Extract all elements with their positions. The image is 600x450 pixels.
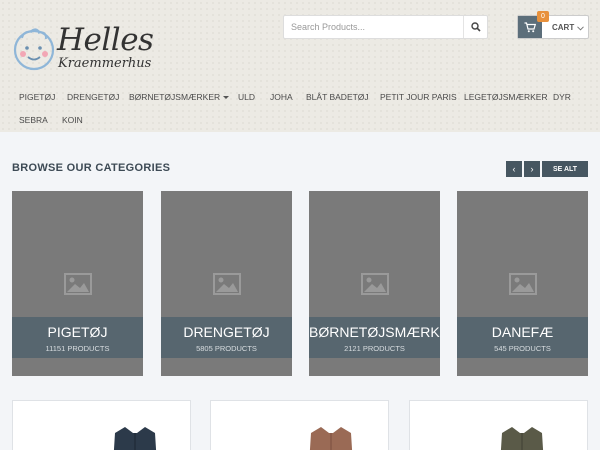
image-placeholder-icon	[509, 273, 537, 295]
product-card[interactable]	[12, 400, 191, 450]
cart-count-badge: 0	[537, 11, 549, 22]
site-logo[interactable]: Helles Kraemmerhus	[10, 22, 170, 76]
category-product-count: 11151 PRODUCTS	[45, 344, 110, 353]
logo-title: Helles	[57, 22, 154, 58]
search-button[interactable]	[463, 16, 487, 38]
category-name: BØRNETØJSMÆRKE	[309, 324, 440, 340]
cart-icon	[524, 21, 536, 32]
search-icon	[470, 22, 481, 32]
nav-item-drengetoj[interactable]: DRENGETØJ	[67, 92, 119, 102]
caret-down-icon	[223, 96, 230, 100]
nav-item-label: BØRNETØJSMÆRKER	[129, 92, 221, 102]
nav-item-legetojsmaerker[interactable]: LEGETØJSMÆRKER	[464, 92, 548, 102]
chevron-right-icon: ›	[530, 164, 534, 174]
category-label-band: DRENGETØJ 5805 PRODUCTS	[161, 317, 292, 358]
category-name: PIGETØJ	[47, 324, 108, 340]
category-product-count: 5805 PRODUCTS	[196, 344, 257, 353]
category-card-drengetoj[interactable]: DRENGETØJ 5805 PRODUCTS	[161, 191, 292, 376]
see-all-button[interactable]: SE ALT	[542, 161, 588, 177]
site-header: Helles Kraemmerhus 0 CART PIGETØJ DRENGE…	[0, 0, 600, 132]
nav-item-pigetoj[interactable]: PIGETØJ	[19, 92, 55, 102]
image-placeholder-icon	[361, 273, 389, 295]
product-vest-image	[309, 427, 353, 450]
baby-face-logo-icon	[13, 28, 55, 71]
search-bar	[283, 15, 488, 39]
category-product-count: 2121 PRODUCTS	[344, 344, 405, 353]
category-name: DANEFÆ	[491, 324, 554, 340]
image-placeholder-icon	[213, 273, 241, 295]
nav-item-petit-jour-paris[interactable]: PETIT JOUR PARIS	[380, 92, 457, 102]
category-product-count: 545 PRODUCTS	[494, 344, 551, 353]
nav-item-sebra[interactable]: SEBRA	[19, 115, 48, 125]
product-card[interactable]	[409, 400, 588, 450]
nav-item-koin[interactable]: KOIN	[62, 115, 83, 125]
carousel-prev-button[interactable]: ‹	[506, 161, 522, 177]
browse-categories-title: BROWSE OUR CATEGORIES	[12, 162, 171, 174]
search-input[interactable]	[284, 16, 464, 38]
nav-item-bornetojsmaerker[interactable]: BØRNETØJSMÆRKER	[129, 92, 230, 102]
image-placeholder-icon	[64, 273, 92, 295]
nav-item-uld[interactable]: ULD	[238, 92, 255, 102]
nav-item-dyr[interactable]: DYR	[553, 92, 571, 102]
product-card[interactable]	[210, 400, 389, 450]
chevron-down-icon	[577, 26, 584, 31]
carousel-next-button[interactable]: ›	[524, 161, 540, 177]
cart-label: CART	[552, 23, 575, 32]
nav-item-joha[interactable]: JOHA	[270, 92, 293, 102]
category-label-band: DANEFÆ 545 PRODUCTS	[457, 317, 588, 358]
logo-subtitle: Kraemmerhus	[58, 56, 152, 71]
product-vest-image	[113, 427, 157, 450]
chevron-left-icon: ‹	[512, 164, 516, 174]
category-label-band: BØRNETØJSMÆRKE 2121 PRODUCTS	[309, 317, 440, 358]
category-card-bornetojsmaerke[interactable]: BØRNETØJSMÆRKE 2121 PRODUCTS	[309, 191, 440, 376]
product-vest-image	[500, 427, 544, 450]
category-label-band: PIGETØJ 11151 PRODUCTS	[12, 317, 143, 358]
category-card-pigetoj[interactable]: PIGETØJ 11151 PRODUCTS	[12, 191, 143, 376]
cart-button[interactable]: 0 CART	[517, 11, 589, 39]
nav-item-blaat-badetoj[interactable]: BLÅT BADETØJ	[306, 92, 369, 102]
category-name: DRENGETØJ	[183, 324, 270, 340]
category-card-danefae[interactable]: DANEFÆ 545 PRODUCTS	[457, 191, 588, 376]
